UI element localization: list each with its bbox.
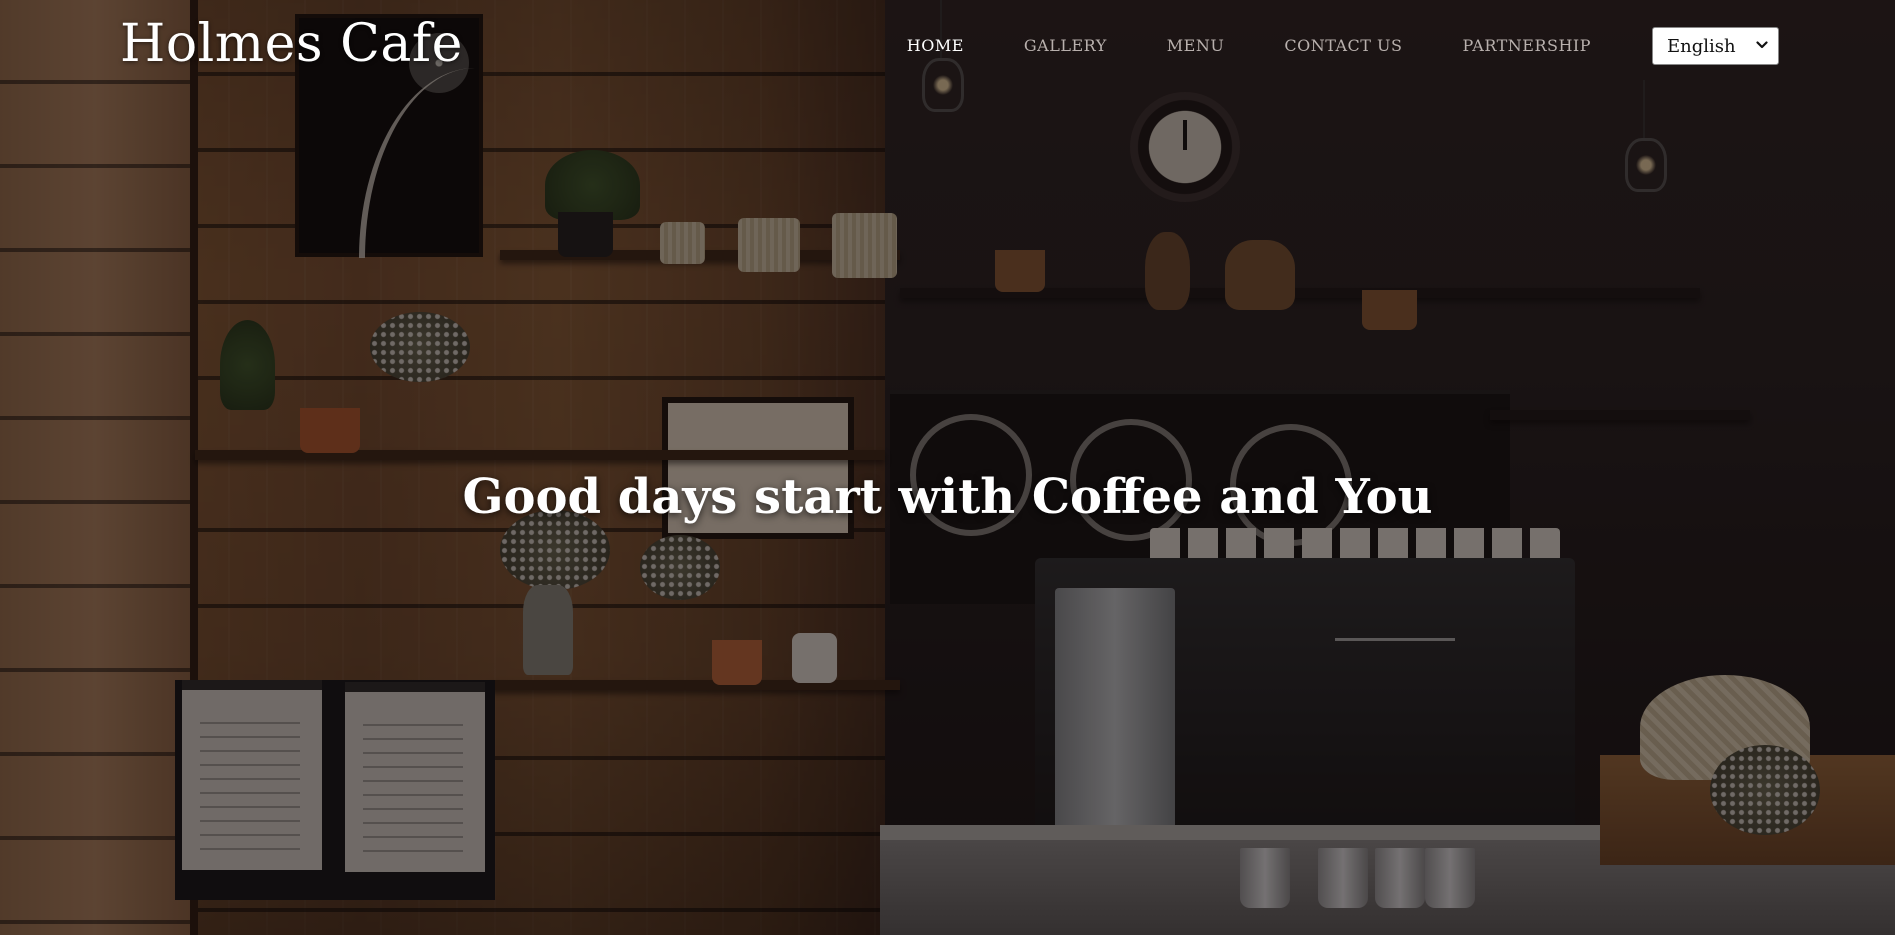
nav-menu[interactable]: MENU (1167, 36, 1225, 55)
main-nav: HOME GALLERY MENU CONTACT US PARTNERSHIP (907, 36, 1591, 55)
dark-overlay (0, 0, 1895, 935)
brand-logo[interactable]: Holmes Cafe (120, 14, 463, 74)
nav-contact-us[interactable]: CONTACT US (1284, 36, 1402, 55)
nav-gallery[interactable]: GALLERY (1024, 36, 1107, 55)
nav-partnership[interactable]: PARTNERSHIP (1462, 36, 1591, 55)
chevron-down-icon (1756, 41, 1768, 49)
language-select[interactable]: English (1652, 27, 1779, 65)
hero-title: Good days start with Coffee and You (462, 469, 1433, 526)
nav-home[interactable]: HOME (907, 36, 964, 55)
language-select-value: English (1667, 35, 1736, 57)
hero-section: Holmes Cafe HOME GALLERY MENU CONTACT US… (0, 0, 1895, 935)
